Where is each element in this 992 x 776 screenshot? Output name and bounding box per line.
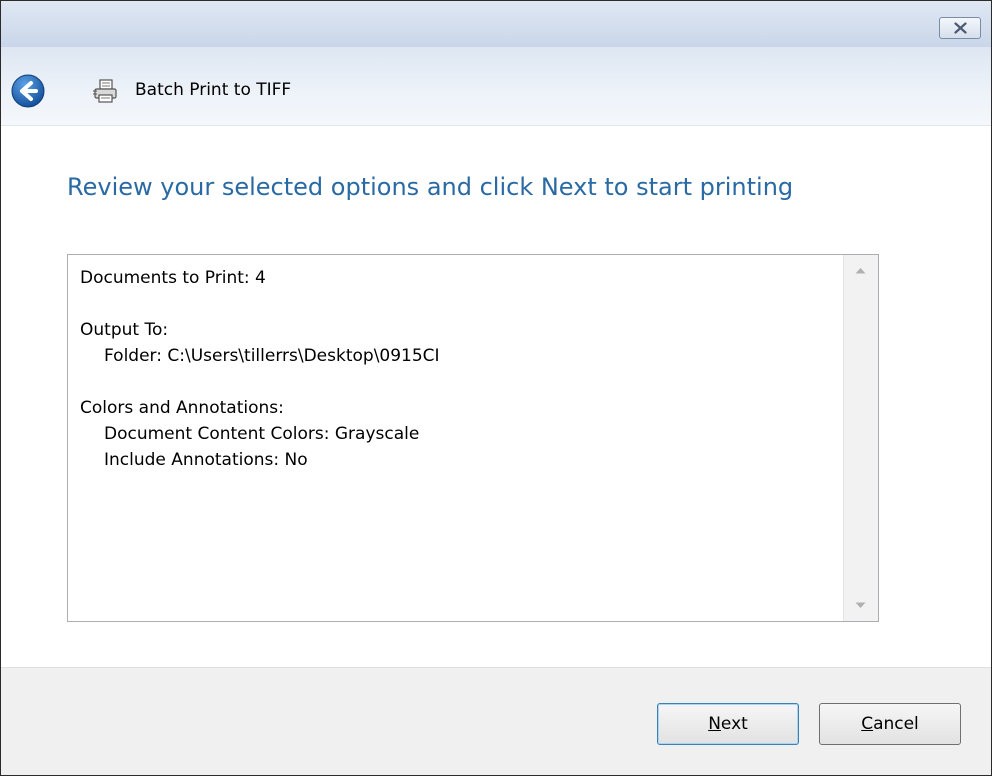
vertical-scrollbar[interactable] — [843, 255, 878, 621]
printer-icon — [92, 78, 118, 104]
page-heading: Review your selected options and click N… — [67, 173, 794, 201]
documents-to-print-line: Documents to Print: 4 — [80, 268, 266, 288]
wizard-nav-bar: Batch Print to TIFF — [1, 47, 991, 126]
close-button[interactable] — [939, 17, 981, 39]
next-button[interactable]: Next — [657, 703, 799, 745]
wizard-content: Review your selected options and click N… — [1, 126, 991, 667]
back-arrow-icon — [11, 74, 45, 108]
include-annotations-line: Include Annotations: No — [104, 450, 308, 470]
cancel-button[interactable]: Cancel — [819, 703, 961, 745]
options-summary-box[interactable]: Documents to Print: 4 Output To: Folder:… — [67, 254, 879, 622]
close-icon — [954, 22, 967, 34]
scroll-up-arrow-icon[interactable] — [855, 267, 866, 274]
cancel-mnemonic: C — [861, 714, 874, 734]
summary-text: Documents to Print: 4 Output To: Folder:… — [80, 265, 840, 473]
next-mnemonic: N — [708, 714, 721, 734]
output-to-header: Output To: — [80, 320, 169, 340]
colors-annotations-header: Colors and Annotations: — [80, 398, 284, 418]
window-title: Batch Print to TIFF — [135, 80, 292, 100]
title-bar — [1, 1, 991, 47]
cancel-label-rest: ancel — [873, 714, 919, 734]
back-button[interactable] — [11, 74, 45, 108]
output-folder-line: Folder: C:\Users\tillerrs\Desktop\0915CI — [104, 346, 440, 366]
next-label-rest: ext — [720, 714, 748, 734]
scroll-down-arrow-icon[interactable] — [855, 602, 866, 609]
wizard-window: Batch Print to TIFF Review your selected… — [0, 0, 992, 776]
button-bar: Next Cancel — [1, 667, 991, 775]
content-colors-line: Document Content Colors: Grayscale — [104, 424, 420, 444]
